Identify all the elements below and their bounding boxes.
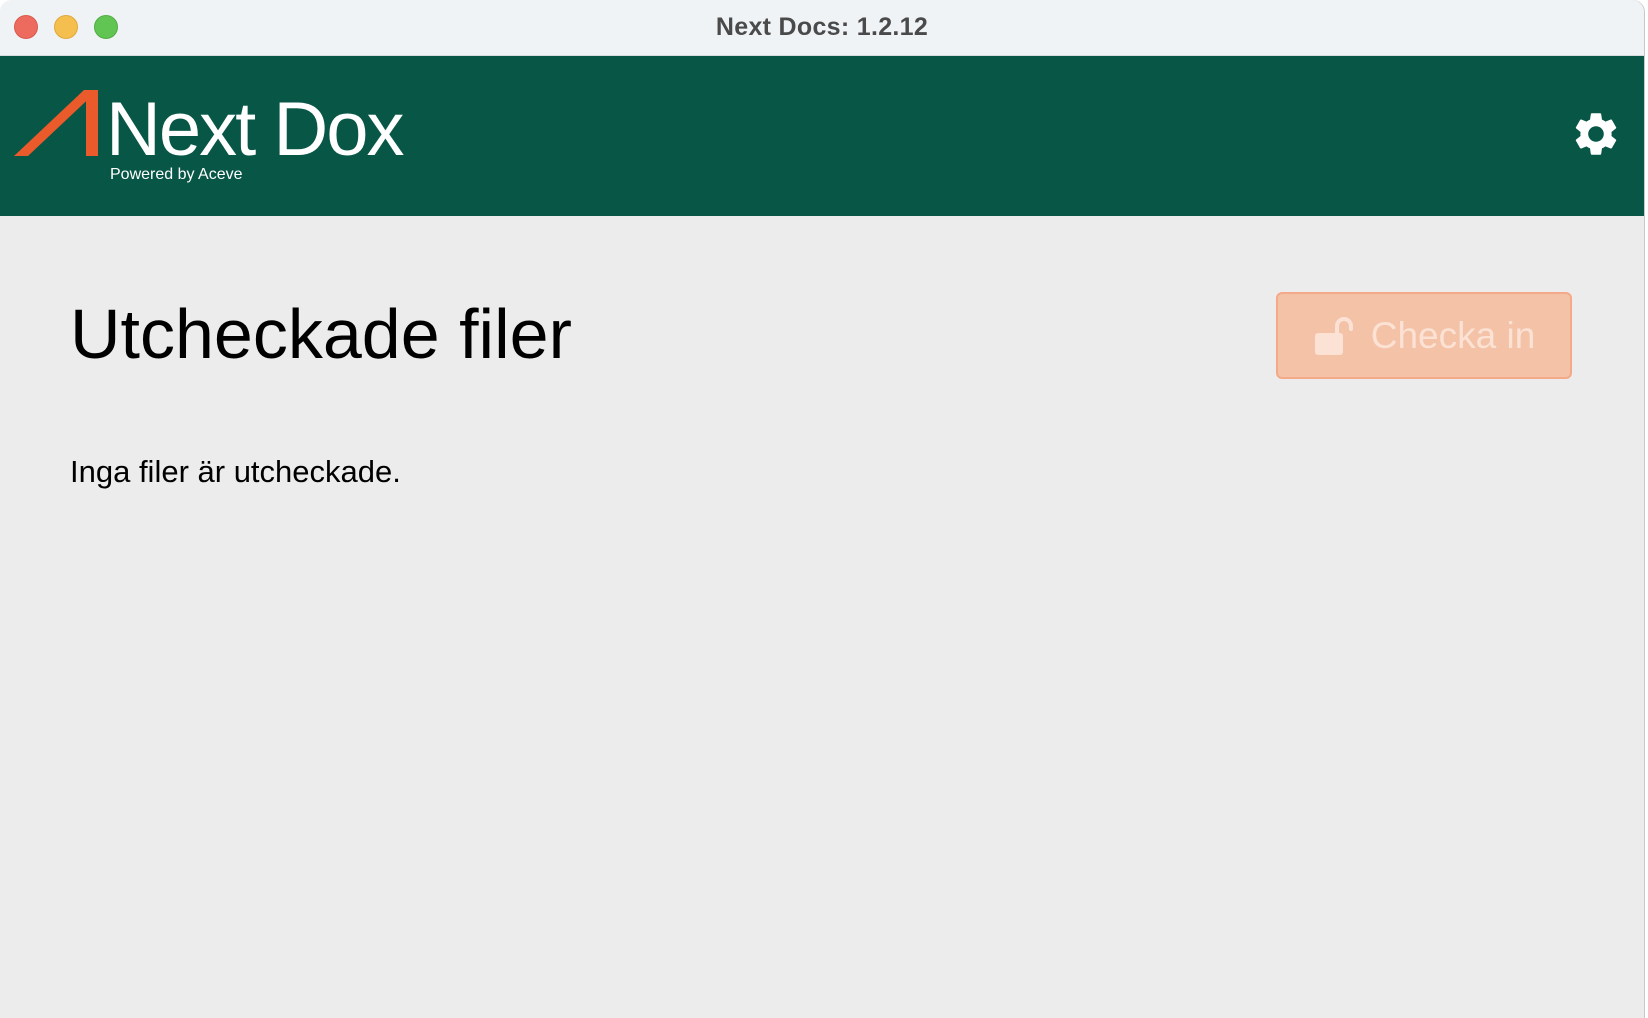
unlock-icon <box>1314 316 1353 355</box>
logo-mark-icon <box>14 90 98 156</box>
title-bar: Next Docs: 1.2.12 <box>0 0 1644 56</box>
main-content: Utcheckade filer Checka in Inga filer är… <box>0 216 1644 1018</box>
next-dox-logo: Next Dox Powered by Aceve <box>14 88 434 188</box>
empty-state-message: Inga filer är utcheckade. <box>70 454 401 489</box>
window-title: Next Docs: 1.2.12 <box>715 13 929 41</box>
checkin-button-label: Checka in <box>1370 314 1536 356</box>
app-header: Next Dox Powered by Aceve <box>0 56 1644 216</box>
checkin-button[interactable]: Checka in <box>1276 292 1572 379</box>
logo-tagline: Powered by Aceve <box>110 166 243 183</box>
logo-name-secondary: Dox <box>273 87 404 172</box>
logo-name-primary: Next <box>106 87 256 172</box>
app-window: Next Docs: 1.2.12 Next Dox Powered by Ac… <box>0 0 1644 1018</box>
page-title: Utcheckade filer <box>70 295 572 373</box>
gear-icon[interactable] <box>1570 108 1622 160</box>
logo-wordmark: Next Dox <box>106 87 405 172</box>
